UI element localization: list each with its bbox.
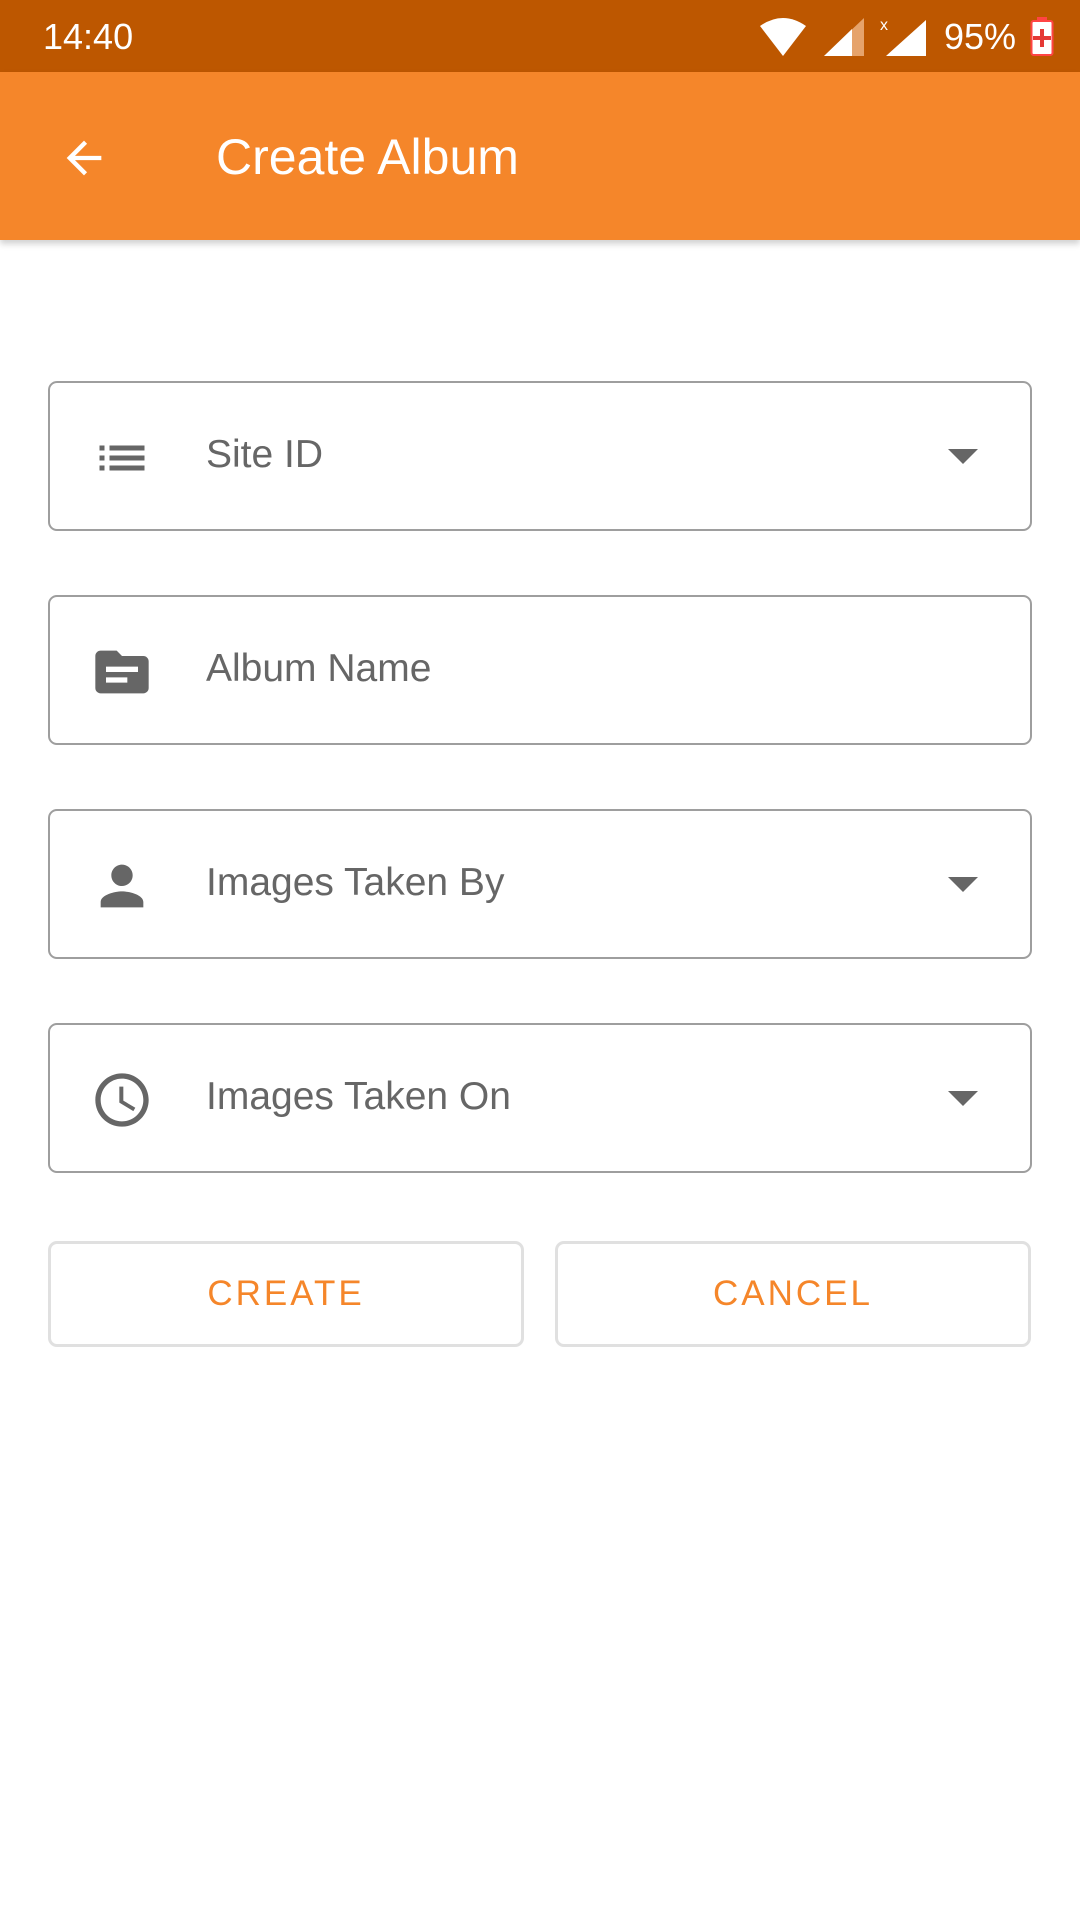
images-taken-on-label: Images Taken On <box>206 1075 511 1118</box>
status-bar: 14:40 x 95% <box>0 0 1080 72</box>
dropdown-arrow-icon <box>948 1091 978 1106</box>
clock-icon <box>90 1068 154 1132</box>
dropdown-arrow-icon <box>948 449 978 464</box>
status-icons: x 95% <box>758 12 1054 62</box>
battery-charging-icon <box>1030 17 1054 56</box>
site-id-dropdown[interactable]: Site ID <box>48 381 1032 531</box>
folder-icon <box>90 640 154 704</box>
site-id-label: Site ID <box>206 433 324 476</box>
images-taken-by-label: Images Taken By <box>206 861 505 904</box>
cancel-button[interactable]: CANCEL <box>555 1241 1031 1347</box>
app-bar: Create Album <box>0 72 1080 240</box>
signal-no-data-icon: x <box>880 17 926 56</box>
images-taken-on-dropdown[interactable]: Images Taken On <box>48 1023 1032 1173</box>
list-icon <box>90 426 154 490</box>
arrow-back-icon <box>66 140 102 176</box>
images-taken-by-dropdown[interactable]: Images Taken By <box>48 809 1032 959</box>
back-button[interactable] <box>54 128 114 188</box>
album-name-input[interactable]: Album Name <box>48 595 1032 745</box>
svg-text:x: x <box>880 17 888 34</box>
status-time: 14:40 <box>43 16 134 57</box>
person-icon <box>90 854 154 918</box>
wifi-icon <box>759 18 806 56</box>
create-button[interactable]: CREATE <box>48 1241 524 1347</box>
battery-percent: 95% <box>943 16 1016 57</box>
dropdown-arrow-icon <box>948 877 978 892</box>
signal-icon <box>823 18 864 56</box>
page-title: Create Album <box>216 129 519 185</box>
album-name-placeholder: Album Name <box>206 647 432 690</box>
